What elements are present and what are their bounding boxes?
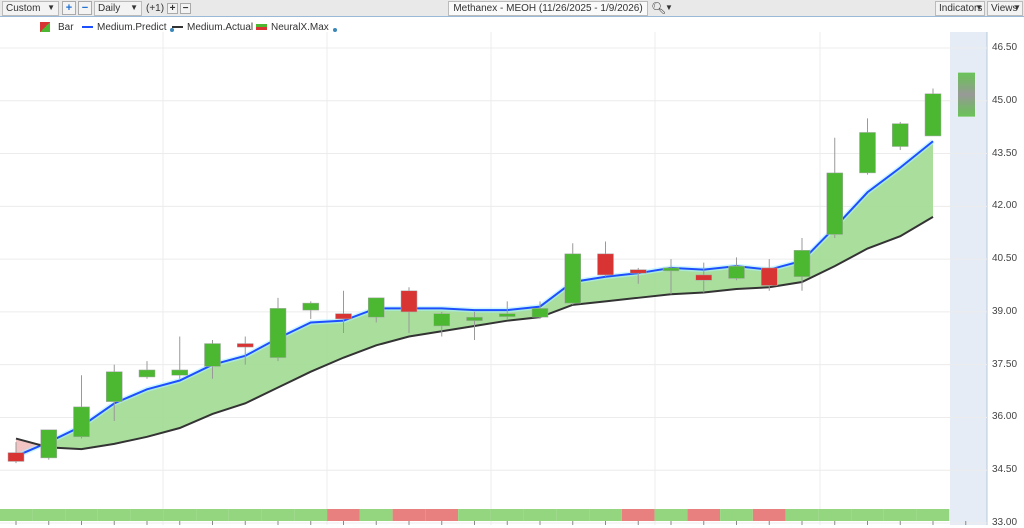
candle [924,93,942,137]
neuralx-strip-segment [916,509,950,521]
neuralx-strip-segment [589,509,622,521]
candle [269,308,287,358]
candle [433,313,450,327]
step-legend-icon [256,24,267,30]
legend-neuralx-max[interactable]: NeuralX.Max [256,20,337,34]
legend-label: NeuralX.Max [271,21,329,33]
neuralx-strip-segment [261,509,295,521]
candle [138,369,156,378]
neuralx-strip-segment [785,509,819,521]
neuralx-strip-segment [32,509,66,521]
legend-label: Medium.Predict [97,21,167,33]
neuralx-strip-segment [327,509,360,521]
neuralx-strip-segment [523,509,557,521]
candle [892,123,909,147]
settings-dot-icon[interactable] [332,28,337,32]
neuralx-strip-segment [228,509,262,521]
candle [368,297,385,318]
line-legend-icon [82,26,93,28]
candle [695,274,712,281]
y-tick-label: 37.50 [992,358,1018,370]
neuralx-strip-segment [621,509,655,521]
candle [630,269,647,274]
y-tick-label: 43.50 [992,147,1018,159]
y-tick-label: 45.00 [992,94,1018,106]
candle [859,132,876,174]
candle [171,369,188,376]
neuralx-strip-segment [687,509,721,521]
candle [302,302,319,311]
neuralx-strip-segment [654,509,688,521]
candle [662,267,680,272]
neuralx-strip-segment [196,509,229,521]
neuralx-strip-segment [490,509,524,521]
forecast-bar [958,72,975,117]
legend-label: Bar [58,21,74,33]
bar-legend-icon [40,22,50,32]
neuralx-strip-segment [818,509,852,521]
candle [106,371,123,402]
candle [40,429,57,459]
neuralx-strip-segment [392,509,426,521]
candle [597,253,614,276]
candle [237,343,254,348]
candle [335,313,352,320]
neuralx-strip-segment [458,509,491,521]
legend-label: Medium.Actual [187,21,254,33]
y-tick-label: 39.00 [992,305,1018,317]
neuralx-strip-segment [851,509,884,521]
candle [761,267,778,286]
neuralx-strip-segment [359,509,393,521]
legend-bar[interactable]: Bar [40,20,74,34]
neuralx-strip-segment [752,509,786,521]
candle [499,313,516,317]
y-tick-label: 46.50 [992,42,1018,53]
neuralx-strip-segment [883,509,917,521]
neuralx-strip-segment [0,509,33,521]
candle [728,265,745,279]
neuralx-strip-segment [65,509,98,521]
y-tick-label: 42.00 [992,200,1018,212]
line-legend-icon [172,26,183,28]
price-chart[interactable] [0,0,1024,525]
candle [400,290,418,313]
candle [793,250,811,277]
candle [73,406,90,438]
candle [564,253,581,304]
candle [826,172,843,235]
neuralx-strip-segment [130,509,164,521]
candle [7,452,25,462]
y-tick-label: 34.50 [992,464,1018,476]
neuralx-strip-segment [720,509,753,521]
neuralx-strip-segment [425,509,459,521]
neuralx-strip-segment [97,509,131,521]
legend-medium-actual[interactable]: Medium.Actual [172,20,253,34]
y-tick-label: 33.00 [992,517,1018,528]
candle [531,308,549,318]
positive-fill [40,141,933,450]
candle [466,316,483,321]
y-tick-label: 40.50 [992,253,1018,265]
legend-medium-predict[interactable]: Medium.Predict [82,20,175,34]
neuralx-strip-segment [163,509,197,521]
y-tick-label: 36.00 [992,411,1018,423]
neuralx-strip-segment [556,509,590,521]
candle [204,343,221,367]
neuralx-strip-segment [294,509,328,521]
